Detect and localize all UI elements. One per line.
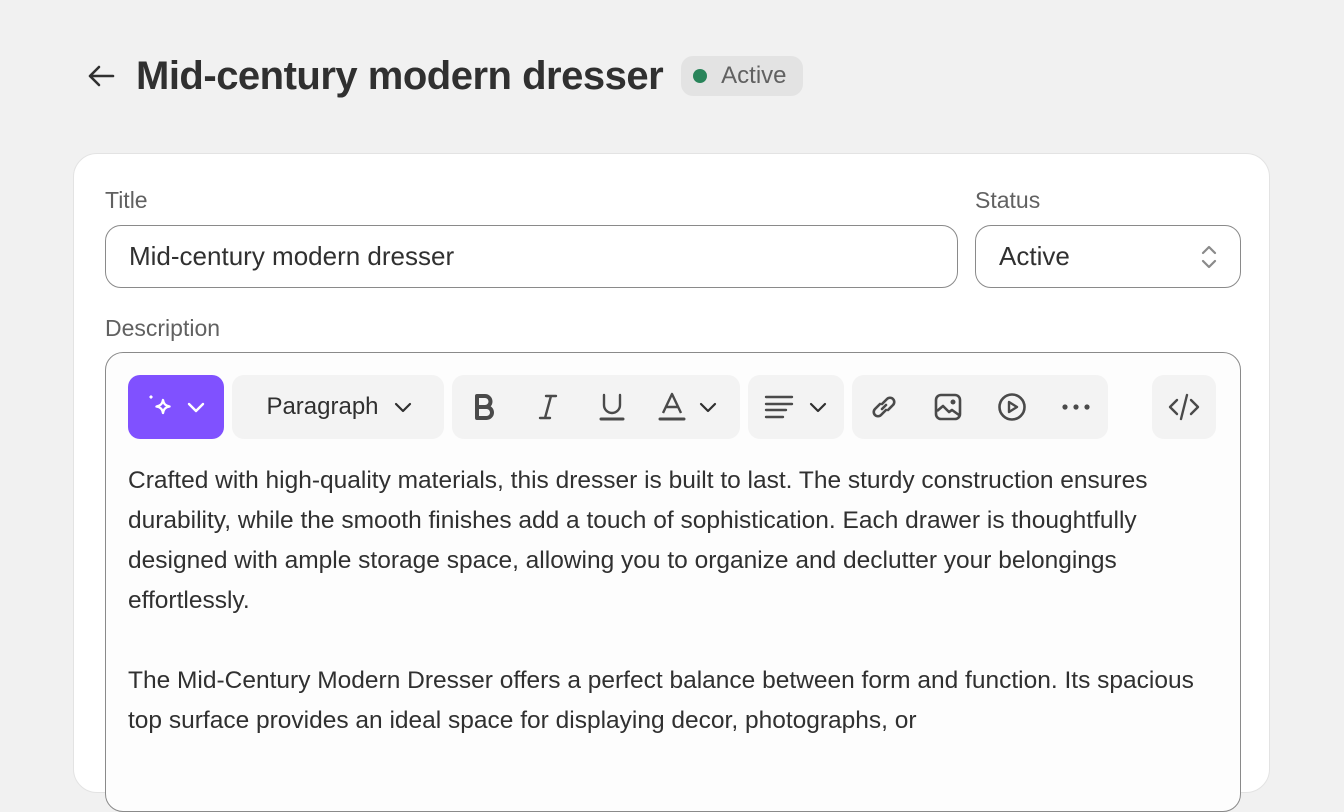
bold-icon xyxy=(475,394,494,420)
description-paragraph: The Mid-Century Modern Dresser offers a … xyxy=(128,667,1194,734)
insert-group xyxy=(852,375,1108,439)
link-icon xyxy=(872,396,896,418)
chevron-down-icon xyxy=(187,402,205,413)
bold-button[interactable] xyxy=(452,375,516,439)
sparkles-icon xyxy=(149,395,171,415)
editor-content[interactable]: Crafted with high-quality materials, thi… xyxy=(128,461,1228,781)
underline-icon xyxy=(599,393,625,421)
italic-icon xyxy=(538,394,558,420)
status-dot xyxy=(693,69,708,83)
editor-toolbar: Paragraph xyxy=(128,375,1116,439)
status-select-value: Active xyxy=(999,241,1070,271)
link-button[interactable] xyxy=(852,375,916,439)
chevron-down-icon xyxy=(394,402,411,413)
title-input[interactable]: Mid-century modern dresser xyxy=(105,225,958,288)
image-button[interactable] xyxy=(916,375,980,439)
status-select[interactable]: Active xyxy=(975,225,1241,288)
select-arrows-icon xyxy=(1201,245,1217,268)
page-header: Mid-century modern dresser Active xyxy=(84,52,803,100)
description-paragraph: Crafted with high-quality materials, thi… xyxy=(128,467,1148,614)
alignment-select[interactable] xyxy=(748,375,844,439)
status-badge: Active xyxy=(681,56,803,96)
text-style-group xyxy=(452,375,740,439)
paragraph-format-select[interactable]: Paragraph xyxy=(232,375,444,439)
description-label: Description xyxy=(105,315,221,341)
video-button[interactable] xyxy=(980,375,1044,439)
back-button[interactable] xyxy=(84,59,118,93)
align-left-icon xyxy=(764,395,794,419)
chevron-down-icon xyxy=(809,402,827,413)
code-icon xyxy=(1168,393,1200,421)
status-label: Status xyxy=(975,187,1041,213)
more-button[interactable] xyxy=(1044,375,1108,439)
title-label: Title xyxy=(105,187,148,213)
title-input-value: Mid-century modern dresser xyxy=(129,241,455,271)
description-editor[interactable]: Paragraph Crafted with high-quality mate… xyxy=(105,352,1241,812)
underline-button[interactable] xyxy=(580,375,644,439)
page-title: Mid-century modern dresser xyxy=(136,54,664,98)
video-icon xyxy=(998,393,1026,421)
ai-assist-button[interactable] xyxy=(128,375,224,439)
text-color-button[interactable] xyxy=(644,375,732,439)
chevron-down-icon xyxy=(699,402,717,413)
italic-button[interactable] xyxy=(516,375,580,439)
paragraph-format-label: Paragraph xyxy=(266,393,379,420)
image-icon xyxy=(934,393,962,421)
more-icon xyxy=(1062,404,1090,410)
text-color-icon xyxy=(658,392,686,421)
status-badge-label: Active xyxy=(721,62,787,89)
product-card: Title Mid-century modern dresser Status … xyxy=(73,153,1270,812)
arrow-left-icon xyxy=(88,65,115,87)
html-source-button[interactable] xyxy=(1152,375,1216,439)
